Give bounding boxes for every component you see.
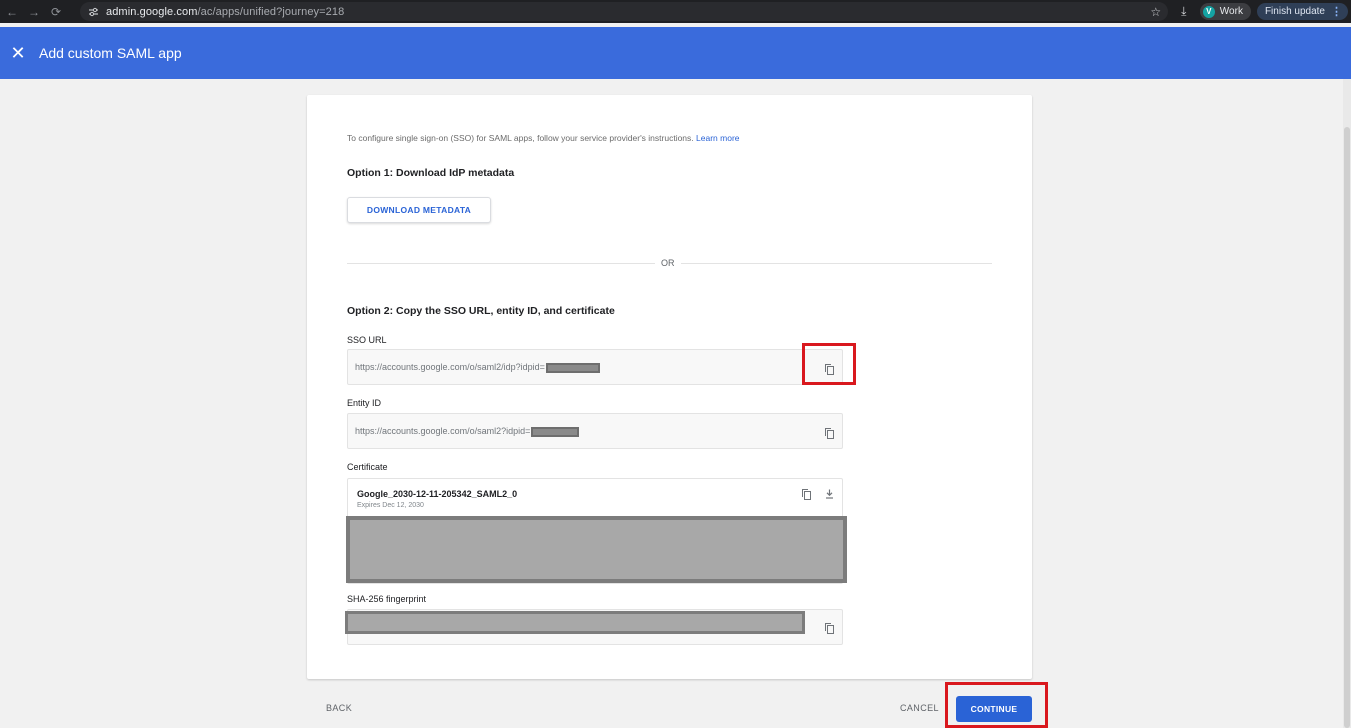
close-icon[interactable]: ✕ [8,43,28,64]
sso-url-field[interactable]: https://accounts.google.com/o/saml2/idp?… [347,349,843,385]
download-icon[interactable]: ⤓ [1174,4,1194,19]
page-scrollbar[interactable] [1343,79,1351,728]
back-arrow-icon[interactable]: ← [4,5,20,19]
sso-url-label: SSO URL [347,335,387,345]
redaction-block [531,426,580,437]
intro-text: To configure single sign-on (SSO) for SA… [347,133,740,143]
entity-id-value: https://accounts.google.com/o/saml2?idpi… [355,426,580,437]
copy-icon[interactable] [822,426,836,440]
saml-config-card: To configure single sign-on (SSO) for SA… [307,95,1032,679]
or-label: OR [655,258,681,268]
forward-arrow-icon[interactable]: → [26,5,42,19]
app-header: ✕ Add custom SAML app [0,27,1351,79]
learn-more-link[interactable]: Learn more [696,133,739,143]
finish-update-label: Finish update [1264,6,1325,17]
download-metadata-button[interactable]: DOWNLOAD METADATA [347,197,491,223]
certificate-label: Certificate [347,462,388,472]
avatar: V [1202,5,1215,18]
redaction-block [545,362,600,373]
scrollbar-thumb[interactable] [1344,127,1350,728]
back-button[interactable]: BACK [326,703,352,713]
menu-kebab-icon: ⋮ [1331,6,1342,18]
page-title: Add custom SAML app [39,45,182,61]
option2-heading: Option 2: Copy the SSO URL, entity ID, a… [347,305,615,317]
entity-id-field[interactable]: https://accounts.google.com/o/saml2?idpi… [347,413,843,449]
certificate-expiry: Expires Dec 12, 2030 [357,502,424,509]
continue-highlight [945,682,1048,728]
site-settings-icon[interactable] [86,5,100,19]
browser-toolbar: ← → ⟳ admin.google.com/ac/apps/unified?j… [0,0,1351,23]
url-text: admin.google.com/ac/apps/unified?journey… [106,5,345,18]
certificate-redaction [346,516,847,583]
profile-button[interactable]: V Work [1199,3,1251,20]
copy-icon[interactable] [799,487,813,501]
fingerprint-redaction [345,611,805,634]
star-icon[interactable]: ☆ [1146,5,1166,19]
reload-icon[interactable]: ⟳ [48,5,64,19]
option1-heading: Option 1: Download IdP metadata [347,167,515,179]
cancel-button[interactable]: CANCEL [900,703,939,713]
address-bar[interactable]: admin.google.com/ac/apps/unified?journey… [80,2,1168,21]
sso-copy-highlight [802,343,856,385]
copy-icon[interactable] [822,621,836,635]
fingerprint-label: SHA-256 fingerprint [347,594,427,604]
sso-url-value: https://accounts.google.com/o/saml2/idp?… [355,362,600,373]
finish-update-button[interactable]: Finish update ⋮ [1256,3,1348,20]
download-icon[interactable] [822,487,836,501]
entity-id-label: Entity ID [347,398,382,408]
profile-label: Work [1219,6,1243,17]
certificate-name: Google_2030-12-11-205342_SAML2_0 [357,489,518,499]
